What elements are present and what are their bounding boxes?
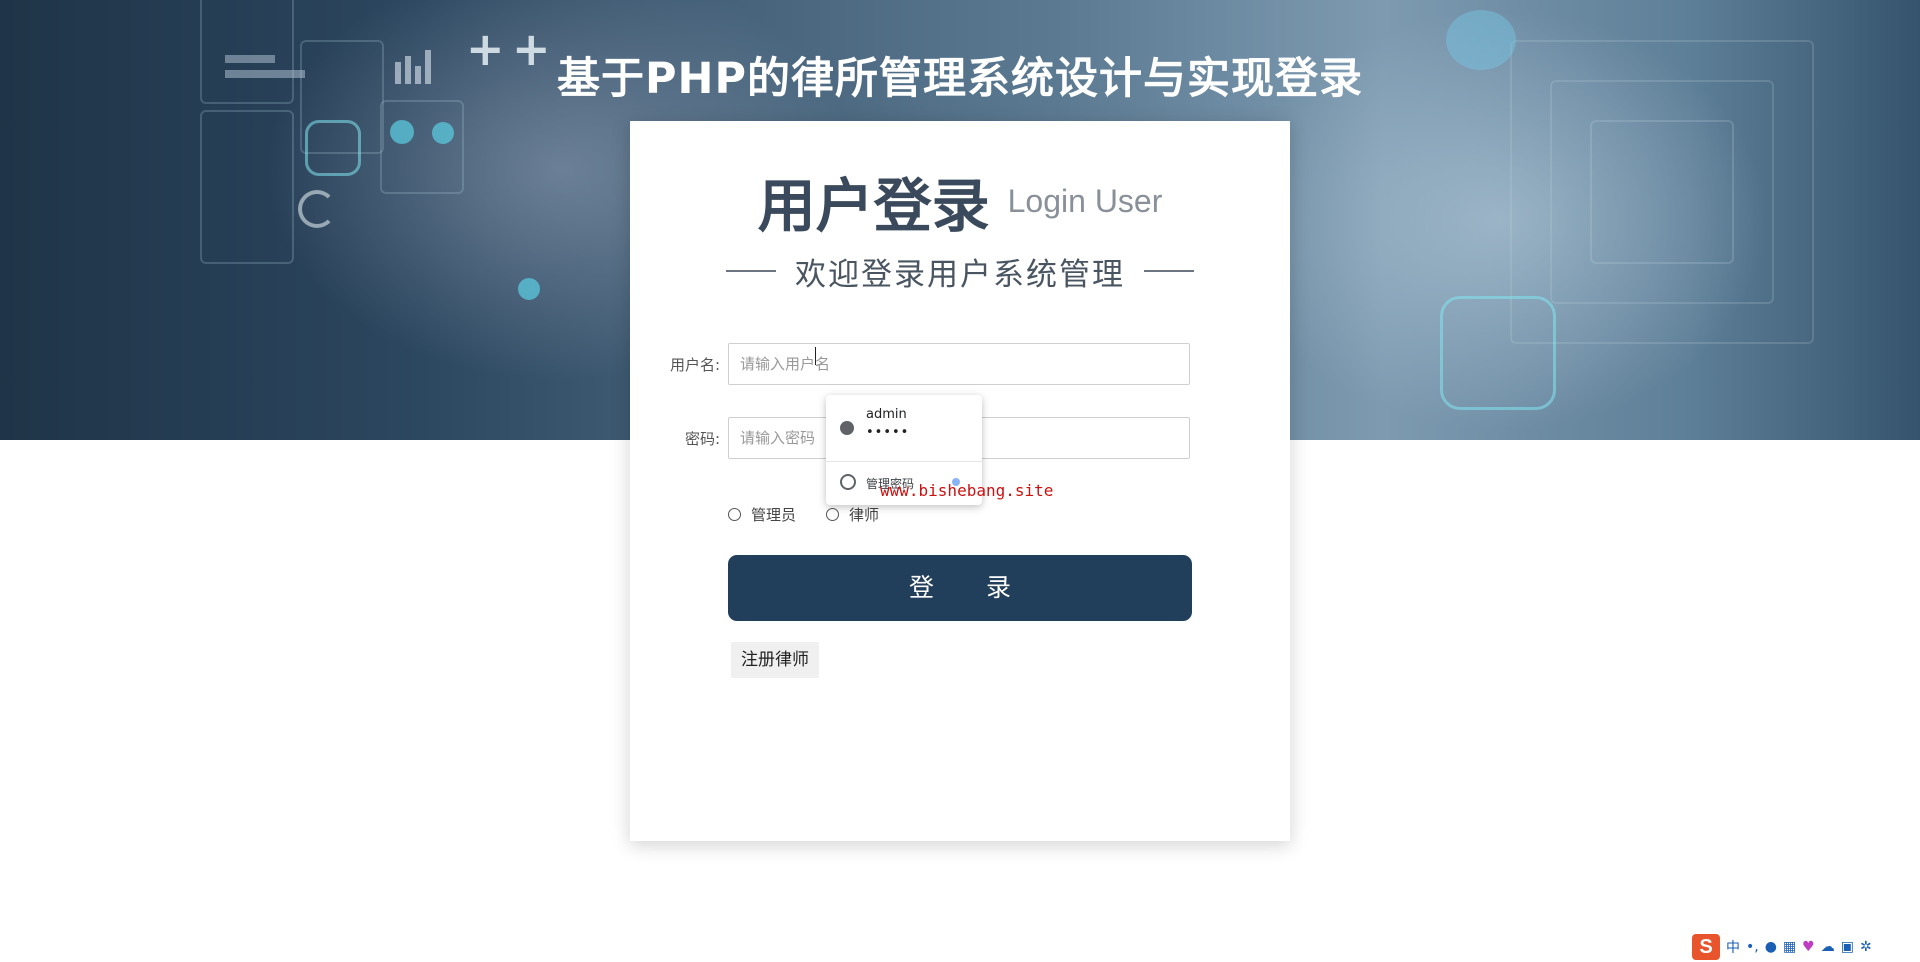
autofill-password: ••••• xyxy=(866,425,910,440)
gear-icon[interactable]: ✲ xyxy=(1860,939,1872,955)
keyboard-icon[interactable]: ▦ xyxy=(1783,939,1796,955)
subtitle-text: 欢迎登录用户系统管理 xyxy=(795,256,1125,293)
ime-punct-toggle[interactable]: •, xyxy=(1746,939,1759,955)
grid-icon[interactable]: ▣ xyxy=(1841,939,1854,955)
ime-mode-toggle[interactable]: 中 xyxy=(1726,937,1740,957)
login-title-en: Login User xyxy=(1007,182,1163,219)
watermark-text: www.bishebang.site xyxy=(880,481,1054,500)
autofill-username: admin xyxy=(866,407,907,422)
autofill-suggestion[interactable]: admin ••••• xyxy=(826,395,982,461)
decor-dot xyxy=(390,120,414,144)
decor-square xyxy=(305,120,361,176)
chrome-icon xyxy=(840,474,856,490)
radio-admin[interactable] xyxy=(728,507,741,521)
decor-dot xyxy=(432,122,454,144)
decor-square xyxy=(1440,296,1556,410)
cloud-icon[interactable]: ☁ xyxy=(1821,939,1835,955)
password-label: 密码: xyxy=(684,430,720,448)
text-cursor xyxy=(815,347,816,365)
sogou-logo-icon[interactable]: S xyxy=(1692,934,1720,960)
decor-frame xyxy=(200,110,294,264)
login-subtitle: 欢迎登录用户系统管理 xyxy=(726,251,1194,293)
subtitle-line-right xyxy=(1144,270,1194,272)
microphone-icon[interactable]: ● xyxy=(1765,939,1777,955)
subtitle-line-left xyxy=(726,270,776,272)
login-button[interactable]: 登 录 xyxy=(728,555,1192,621)
skin-icon[interactable]: ♥ xyxy=(1802,939,1815,955)
decor-ring xyxy=(298,190,336,228)
radio-lawyer-label[interactable]: 律师 xyxy=(849,504,879,525)
role-radio-group: 管理员 律师 xyxy=(728,503,909,525)
ime-toolbar: S 中 •, ● ▦ ♥ ☁ ▣ ✲ xyxy=(1688,932,1920,962)
page-title: 基于PHP的律所管理系统设计与实现登录 xyxy=(556,54,1364,104)
register-lawyer-button[interactable]: 注册律师 xyxy=(731,642,819,678)
decor-frame xyxy=(1590,120,1734,264)
decor-frame xyxy=(380,100,464,194)
radio-admin-label[interactable]: 管理员 xyxy=(751,504,796,525)
username-label: 用户名: xyxy=(669,356,720,374)
radio-lawyer[interactable] xyxy=(826,507,840,521)
globe-icon xyxy=(840,421,854,435)
username-input[interactable]: 请输入用户名 xyxy=(728,343,1190,385)
login-card-title: 用户登录 Login User xyxy=(630,159,1290,243)
login-title-cn: 用户登录 xyxy=(757,172,990,240)
decor-dot xyxy=(518,278,540,300)
